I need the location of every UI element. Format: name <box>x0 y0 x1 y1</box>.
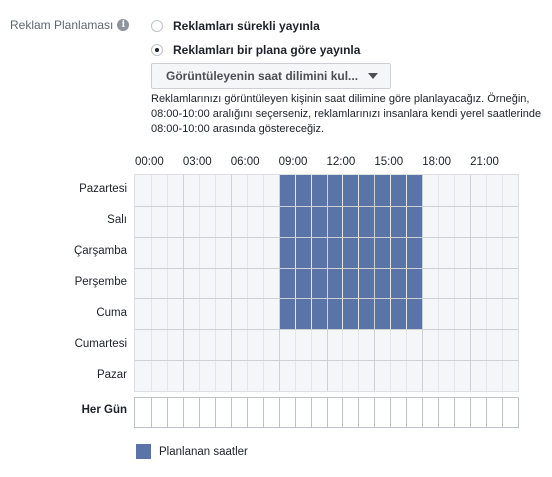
grid-row-divider <box>135 236 518 238</box>
grid-row-divider <box>135 267 518 269</box>
day-label: Çarşamba <box>73 245 127 258</box>
every-day-divider <box>166 398 168 427</box>
grid-column-divider <box>502 175 504 391</box>
scheduled-block[interactable] <box>278 236 423 268</box>
every-day-divider <box>150 398 152 427</box>
every-day-divider <box>390 398 392 427</box>
radio-button[interactable] <box>151 44 163 56</box>
every-day-label: Her Gün <box>81 404 127 416</box>
hour-label: 03:00 <box>182 156 212 168</box>
every-day-row[interactable] <box>134 397 519 428</box>
hour-label: 00:00 <box>135 156 164 168</box>
every-day-divider <box>374 398 376 427</box>
grid-column-divider <box>214 175 216 391</box>
every-day-divider <box>246 398 248 427</box>
day-label: Pazartesi <box>79 183 127 196</box>
hour-label: 12:00 <box>326 156 356 168</box>
legend-label: Planlanan saatler <box>159 445 248 458</box>
grid-column-divider <box>182 175 184 391</box>
day-label: Cumartesi <box>74 337 127 350</box>
option-label: Reklamları bir plana göre yayınla <box>173 43 361 57</box>
grid-column-divider <box>342 175 344 391</box>
grid-column-divider <box>310 175 312 391</box>
every-day-divider <box>310 398 312 427</box>
every-day-divider <box>214 398 216 427</box>
grid-column-divider <box>278 175 280 391</box>
grid-column-divider <box>326 175 328 391</box>
grid-column-divider <box>438 175 440 391</box>
dropdown-value: Görüntüleyenin saat dilimini kul... <box>166 69 359 83</box>
grid-column-divider <box>390 175 392 391</box>
grid-column-divider <box>166 175 168 391</box>
hour-label: 18:00 <box>422 156 452 168</box>
grid-column-divider <box>230 175 232 391</box>
grid-column-divider <box>486 175 488 391</box>
option-scheduled[interactable]: Reklamları bir plana göre yayınla <box>151 43 360 57</box>
every-day-divider <box>486 398 488 427</box>
info-icon[interactable]: i <box>117 19 130 31</box>
grid-row-divider <box>135 329 518 331</box>
grid-column-divider <box>470 175 472 391</box>
grid-column-divider <box>422 175 424 391</box>
every-day-divider <box>198 398 200 427</box>
every-day-divider <box>470 398 472 427</box>
timezone-dropdown[interactable]: Görüntüleyenin saat dilimini kul... <box>151 63 391 89</box>
grid-column-divider <box>406 175 408 391</box>
grid-column-divider <box>150 175 152 391</box>
section-title: Reklam Planlaması <box>10 18 114 32</box>
every-day-divider <box>262 398 264 427</box>
every-day-divider <box>230 398 232 427</box>
every-day-divider <box>326 398 328 427</box>
chevron-down-icon <box>368 73 378 79</box>
day-label: Perşembe <box>74 276 127 288</box>
scheduled-block[interactable] <box>278 298 423 330</box>
option-label: Reklamları sürekli yayınla <box>173 19 320 33</box>
legend: Planlanan saatler <box>136 444 248 459</box>
every-day-divider <box>406 398 408 427</box>
grid-column-divider <box>262 175 264 391</box>
schedule-grid[interactable] <box>134 174 519 392</box>
help-text: Reklamlarınızı görüntüleyen kişinin saat… <box>151 93 542 135</box>
day-label: Cuma <box>96 306 127 319</box>
grid-column-divider <box>374 175 376 391</box>
grid-column-divider <box>358 175 360 391</box>
radio-button[interactable] <box>151 20 163 32</box>
grid-column-divider <box>198 175 200 391</box>
every-day-divider <box>454 398 456 427</box>
grid-row-divider <box>135 360 518 362</box>
day-label: Pazar <box>96 368 127 381</box>
grid-column-divider <box>246 175 248 391</box>
grid-column-divider <box>294 175 296 391</box>
every-day-divider <box>358 398 360 427</box>
grid-column-divider <box>454 175 456 391</box>
hour-label: 21:00 <box>470 156 499 168</box>
every-day-divider <box>342 398 344 427</box>
grid-row-divider <box>135 205 518 207</box>
scheduled-block[interactable] <box>278 205 423 237</box>
hour-label: 09:00 <box>278 156 308 168</box>
option-continuous[interactable]: Reklamları sürekli yayınla <box>151 19 320 33</box>
hour-label: 06:00 <box>230 156 260 168</box>
every-day-divider <box>502 398 504 427</box>
every-day-divider <box>294 398 296 427</box>
section-label: Reklam Planlaması i <box>10 18 130 32</box>
hour-label: 15:00 <box>374 156 404 168</box>
every-day-divider <box>422 398 424 427</box>
legend-swatch <box>136 444 151 459</box>
every-day-divider <box>438 398 440 427</box>
day-label: Salı <box>107 214 127 227</box>
grid-row-divider <box>135 298 518 300</box>
scheduled-block[interactable] <box>278 175 423 206</box>
every-day-divider <box>278 398 280 427</box>
every-day-divider <box>182 398 184 427</box>
scheduled-block[interactable] <box>278 267 423 299</box>
